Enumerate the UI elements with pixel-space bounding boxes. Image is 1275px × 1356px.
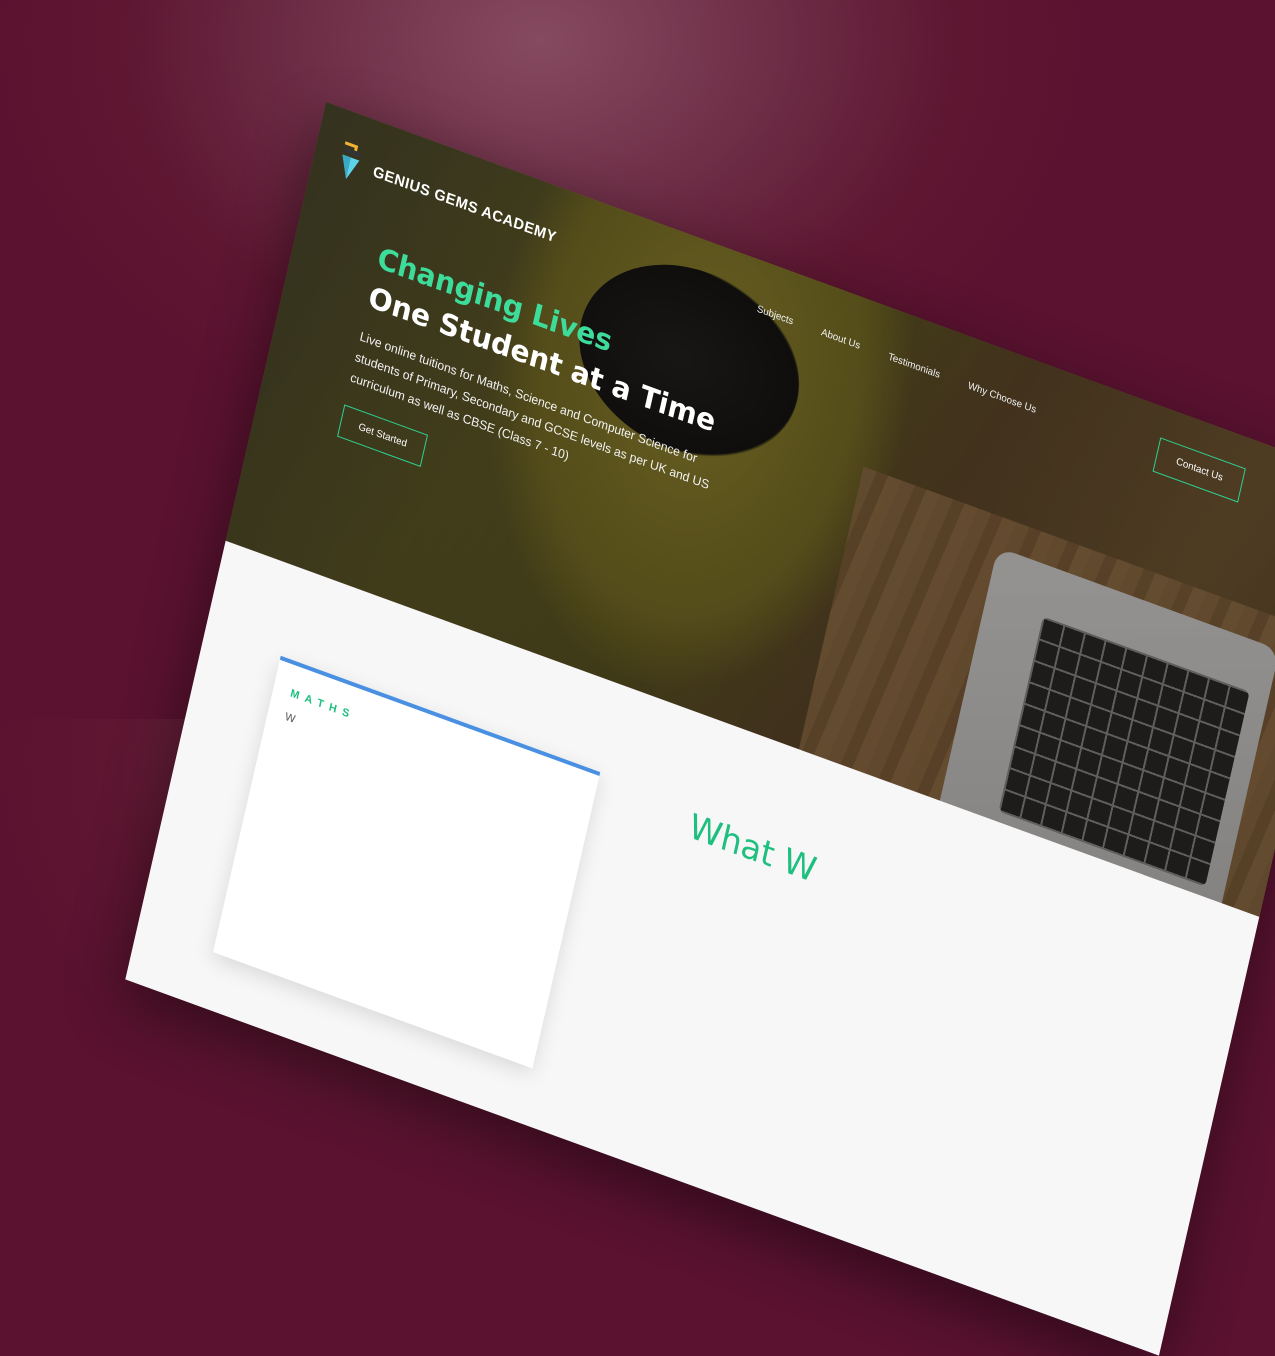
subject-card-text: W — [283, 710, 297, 726]
website-page: GENIUS GEMS ACADEMY Subjects About Us Te… — [125, 102, 1275, 1356]
subject-card-title: MATHS — [289, 687, 357, 723]
section-heading: What W — [685, 806, 820, 892]
subject-card-maths[interactable]: MATHS W — [212, 655, 601, 1069]
